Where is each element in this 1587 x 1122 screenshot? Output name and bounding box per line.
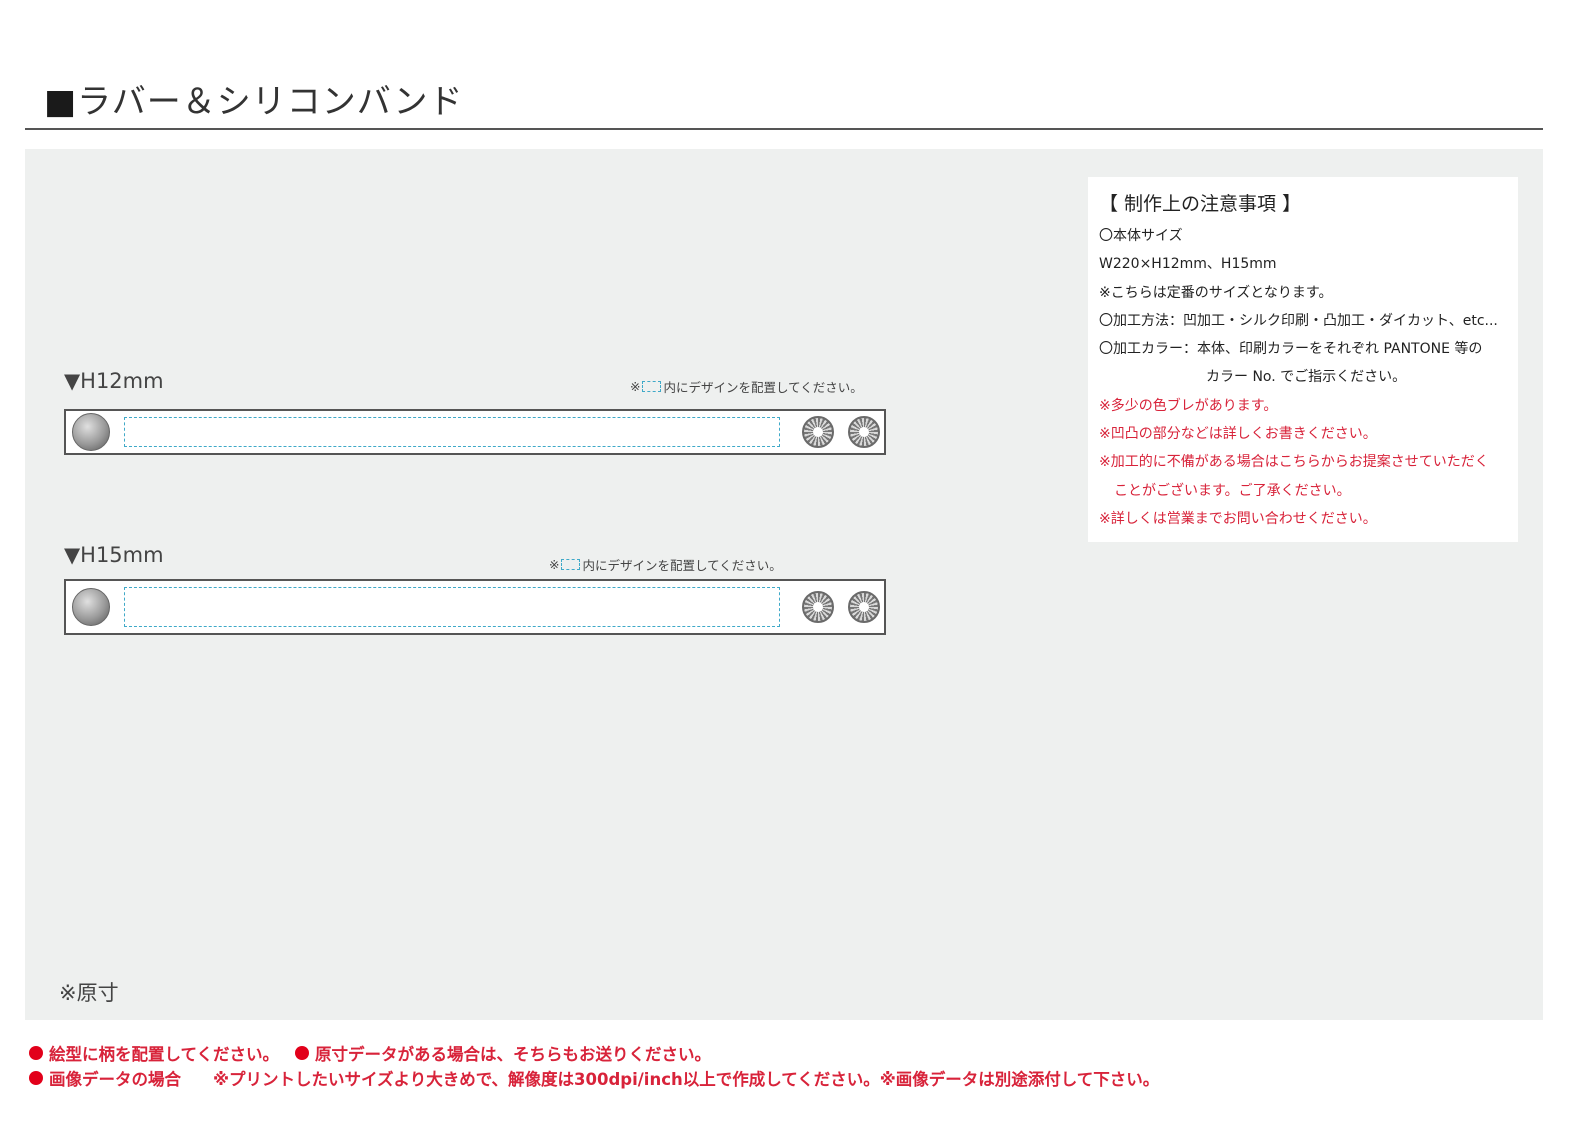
notes-line: 〇加工方法：凹加工・シルク印刷・凸加工・ダイカット、etc... <box>1099 312 1498 329</box>
stud-icon <box>72 413 110 451</box>
dashed-box-icon <box>642 381 662 392</box>
notes-line: ※こちらは定番のサイズとなります。 <box>1099 284 1333 301</box>
footer-line-2: 画像データの場合 ※プリントしたいサイズより大きめで、解像度は300dpi/inc… <box>29 1066 1159 1090</box>
dashed-box-icon <box>561 559 581 570</box>
band-label-h15: ▼H15mm <box>64 543 164 567</box>
notes-warning-line: ※加工的に不備がある場合はこちらからお提案させていただく <box>1099 454 1489 471</box>
notes-heading: 【 制作上の注意事項 】 <box>1099 193 1302 215</box>
band-note-h15: ※ 内にデザインを配置してください。 <box>549 557 782 573</box>
notes-line: W220×H12mm、H15mm <box>1099 256 1277 273</box>
band-template-h15 <box>64 579 886 635</box>
stud-icon <box>72 588 110 626</box>
notes-line: 〇本体サイズ <box>1099 228 1183 244</box>
hole-icon <box>802 416 834 448</box>
bullet-dot-icon <box>29 1046 43 1060</box>
hole-icon <box>848 416 880 448</box>
notes-warning-line: ことがございます。ご了承ください。 <box>1114 482 1351 499</box>
title-square-mark: ■ <box>44 82 78 122</box>
title-text: ラバー＆シリコンバンド <box>77 82 464 122</box>
band-holes <box>802 416 880 448</box>
footer-line-1: 絵型に柄を配置してください。 原寸データがある場合は、そちらもお送りください。 <box>29 1041 711 1065</box>
bullet-dot-icon <box>295 1046 310 1060</box>
design-area-h15[interactable] <box>124 587 780 627</box>
notes-warning-line: ※凹凸の部分などは詳しくお書きください。 <box>1099 426 1377 443</box>
title-divider <box>25 128 1543 130</box>
band-note-h12: ※ 内にデザインを配置してください。 <box>630 379 863 395</box>
notes-line: 〇加工カラー：本体、印刷カラーをそれぞれ PANTONE 等の <box>1099 341 1483 358</box>
notes-warning-line: ※詳しくは営業までお問い合わせください。 <box>1099 510 1377 527</box>
band-holes <box>802 591 880 623</box>
production-notes-box: 【 制作上の注意事項 】 〇本体サイズ W220×H12mm、H15mm ※こち… <box>1088 177 1518 542</box>
page-title: ■ラバー＆シリコンバンド <box>44 74 463 123</box>
hole-icon <box>802 591 834 623</box>
hole-icon <box>848 591 880 623</box>
bullet-dot-icon <box>29 1071 43 1085</box>
band-label-h12: ▼H12mm <box>64 369 164 393</box>
band-template-h12 <box>64 409 886 455</box>
design-area-h12[interactable] <box>124 417 780 447</box>
notes-line: カラー No. でご指示ください。 <box>1206 369 1407 386</box>
original-size-note: ※原寸 <box>59 981 119 1005</box>
notes-warning-line: ※多少の色ブレがあります。 <box>1099 397 1278 414</box>
